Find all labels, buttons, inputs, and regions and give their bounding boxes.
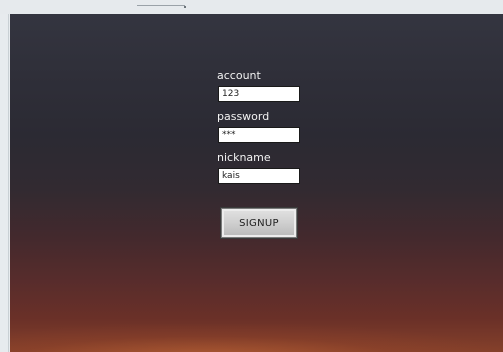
nickname-label: nickname bbox=[217, 151, 271, 164]
top-tab-indicator bbox=[137, 5, 185, 6]
password-label: password bbox=[217, 110, 270, 123]
bottom-glow bbox=[10, 324, 503, 352]
account-input[interactable] bbox=[218, 86, 300, 102]
signup-window: account password nickname SIGNUP bbox=[10, 14, 503, 352]
top-frame-strip bbox=[0, 0, 503, 14]
left-frame-divider bbox=[8, 14, 9, 352]
signup-form: account password nickname bbox=[217, 69, 307, 192]
top-tab-dot bbox=[184, 6, 186, 8]
nickname-input[interactable] bbox=[218, 168, 300, 184]
password-input[interactable] bbox=[218, 127, 300, 143]
signup-button[interactable]: SIGNUP bbox=[221, 208, 297, 238]
account-label: account bbox=[217, 69, 261, 82]
